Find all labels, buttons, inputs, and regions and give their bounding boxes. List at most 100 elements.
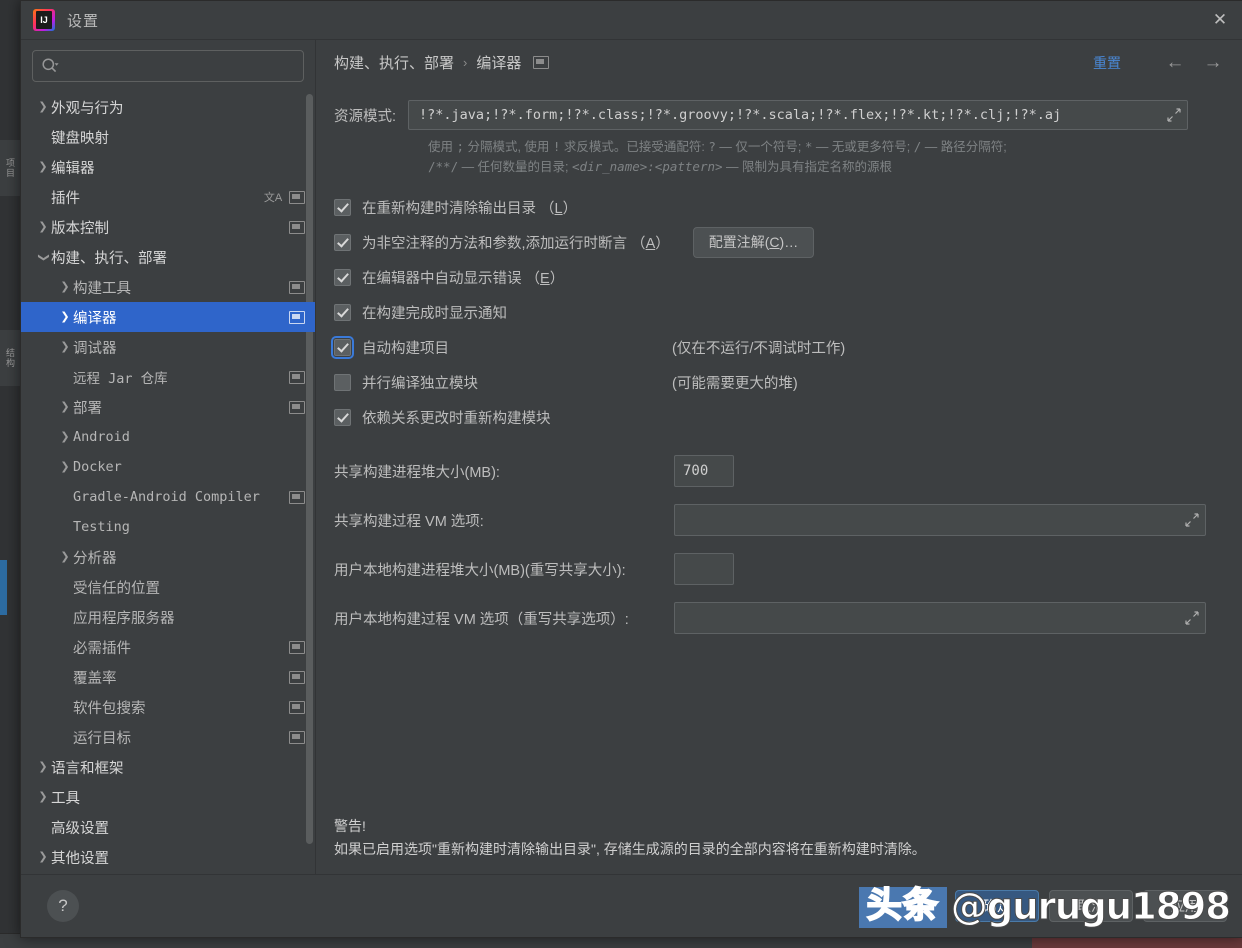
checkbox-3[interactable]	[334, 304, 351, 321]
sidebar-item-9[interactable]: ❯远程 Jar 仓库	[21, 362, 315, 392]
sidebar-item-24[interactable]: ❯高级设置	[21, 812, 315, 842]
sidebar-item-label: 键盘映射	[51, 127, 305, 148]
vm-options-input-3[interactable]	[683, 609, 1185, 627]
chevron-right-icon[interactable]: ❯	[57, 342, 73, 353]
back-arrow-icon[interactable]: ←	[1161, 52, 1189, 74]
sidebar-item-25[interactable]: ❯其他设置	[21, 842, 315, 872]
sidebar-item-17[interactable]: ❯应用程序服务器	[21, 602, 315, 632]
sidebar-item-label: 编辑器	[51, 157, 305, 178]
sidebar-item-19[interactable]: ❯覆盖率	[21, 662, 315, 692]
settings-tree[interactable]: ❯外观与行为❯键盘映射❯编辑器❯插件文A❯版本控制❯构建、执行、部署❯构建工具❯…	[21, 90, 315, 874]
checkbox-note-5: (可能需要更大的堆)	[672, 372, 798, 393]
chevron-right-icon[interactable]: ❯	[57, 312, 73, 323]
resource-patterns-field[interactable]	[408, 100, 1188, 130]
screen: 项目 结构 设置 ✕	[0, 0, 1242, 948]
vm-options-field-1[interactable]	[674, 504, 1206, 536]
expand-icon[interactable]	[1185, 513, 1199, 527]
chevron-right-icon[interactable]: ❯	[57, 402, 73, 413]
sidebar-item-label: 调试器	[73, 337, 305, 358]
sidebar-item-0[interactable]: ❯外观与行为	[21, 92, 315, 122]
sidebar-item-10[interactable]: ❯部署	[21, 392, 315, 422]
expand-icon[interactable]	[1167, 108, 1181, 122]
checkbox-label-4[interactable]: 自动构建项目	[362, 337, 449, 358]
warning-body: 如果已启用选项"重新构建时清除输出目录", 存储生成源的目录的全部内容将在重新构…	[334, 838, 1214, 860]
sidebar-item-14[interactable]: ❯Testing	[21, 512, 315, 542]
chevron-right-icon[interactable]: ❯	[57, 432, 73, 443]
sidebar-item-13[interactable]: ❯Gradle-Android Compiler	[21, 482, 315, 512]
checkbox-label-6[interactable]: 依赖关系更改时重新构建模块	[362, 407, 551, 428]
search-input[interactable]	[59, 58, 295, 75]
field-label-3: 用户本地构建过程 VM 选项（重写共享选项）:	[334, 608, 674, 629]
checkbox-label-3[interactable]: 在构建完成时显示通知	[362, 302, 507, 323]
sidebar-item-6[interactable]: ❯构建工具	[21, 272, 315, 302]
checkbox-0[interactable]	[334, 199, 351, 216]
sidebar-item-12[interactable]: ❯Docker	[21, 452, 315, 482]
chevron-right-icon[interactable]: ❯	[57, 552, 73, 563]
sidebar-item-2[interactable]: ❯编辑器	[21, 152, 315, 182]
checkbox-label-1[interactable]: 为非空注释的方法和参数,添加运行时断言 （A）	[362, 232, 670, 253]
sidebar-item-label: 构建工具	[73, 277, 283, 298]
chevron-right-icon[interactable]: ❯	[35, 792, 51, 803]
sidebar-item-11[interactable]: ❯Android	[21, 422, 315, 452]
heap-size-input-0[interactable]	[674, 455, 734, 487]
sidebar-item-label: 其他设置	[51, 847, 305, 868]
heap-size-input-2[interactable]	[674, 553, 734, 585]
help-icon[interactable]: ?	[47, 890, 79, 922]
checkbox-row-4: 自动构建项目(仅在不运行/不调试时工作)	[334, 330, 1211, 365]
expand-icon[interactable]	[1185, 611, 1199, 625]
checkbox-2[interactable]	[334, 269, 351, 286]
chevron-right-icon[interactable]: ❯	[57, 282, 73, 293]
resource-patterns-input[interactable]	[417, 106, 1167, 124]
chevron-right-icon[interactable]: ❯	[35, 222, 51, 233]
sidebar-item-23[interactable]: ❯工具	[21, 782, 315, 812]
sidebar-item-3[interactable]: ❯插件文A	[21, 182, 315, 212]
sidebar-item-20[interactable]: ❯软件包搜索	[21, 692, 315, 722]
checkbox-row-6: 依赖关系更改时重新构建模块	[334, 400, 1211, 435]
sidebar-item-22[interactable]: ❯语言和框架	[21, 752, 315, 782]
chevron-right-icon[interactable]: ❯	[35, 852, 51, 863]
sidebar-item-1[interactable]: ❯键盘映射	[21, 122, 315, 152]
sidebar-item-21[interactable]: ❯运行目标	[21, 722, 315, 752]
translate-icon: 文A	[263, 189, 283, 205]
vm-options-input-1[interactable]	[683, 511, 1185, 529]
chevron-down-icon[interactable]: ❯	[38, 249, 49, 265]
sidebar-item-7[interactable]: ❯编译器	[21, 302, 315, 332]
checkbox-5[interactable]	[334, 374, 351, 391]
checkbox-label-2[interactable]: 在编辑器中自动显示错误 （E）	[362, 267, 564, 288]
footer-button-2[interactable]: 应用	[1143, 890, 1227, 922]
sidebar-item-15[interactable]: ❯分析器	[21, 542, 315, 572]
vm-options-field-3[interactable]	[674, 602, 1206, 634]
chevron-right-icon[interactable]: ❯	[35, 762, 51, 773]
project-scope-icon	[289, 371, 305, 384]
close-icon[interactable]: ✕	[1197, 1, 1242, 39]
footer-button-0[interactable]: 确定	[955, 890, 1039, 922]
project-scope-icon	[289, 401, 305, 414]
sidebar-item-5[interactable]: ❯构建、执行、部署	[21, 242, 315, 272]
checkbox-6[interactable]	[334, 409, 351, 426]
search-box[interactable]	[32, 50, 304, 82]
checkbox-4[interactable]	[334, 339, 351, 356]
project-scope-icon	[289, 491, 305, 504]
sidebar-item-16[interactable]: ❯受信任的位置	[21, 572, 315, 602]
chevron-right-icon[interactable]: ❯	[35, 162, 51, 173]
sidebar-item-label: 编译器	[73, 307, 283, 328]
configure-annotations-button[interactable]: 配置注解(C)…	[693, 227, 814, 258]
chevron-right-icon[interactable]: ❯	[35, 102, 51, 113]
sidebar-item-18[interactable]: ❯必需插件	[21, 632, 315, 662]
checkbox-1[interactable]	[334, 234, 351, 251]
chevron-right-icon[interactable]: ❯	[57, 462, 73, 473]
forward-arrow-icon[interactable]: →	[1199, 52, 1227, 74]
settings-main-panel: 构建、执行、部署 › 编译器 重置 ← → 资源模式:	[316, 40, 1242, 874]
footer-button-1[interactable]: 取消	[1049, 890, 1133, 922]
reset-button[interactable]: 重置	[1093, 53, 1121, 73]
sidebar-item-label: 外观与行为	[51, 97, 305, 118]
sidebar-item-label: 分析器	[73, 547, 305, 568]
checkbox-label-0[interactable]: 在重新构建时清除输出目录 （L）	[362, 197, 577, 218]
breadcrumb-parent[interactable]: 构建、执行、部署	[334, 52, 454, 73]
checkbox-label-5[interactable]: 并行编译独立模块	[362, 372, 478, 393]
sidebar-item-8[interactable]: ❯调试器	[21, 332, 315, 362]
sidebar-item-4[interactable]: ❯版本控制	[21, 212, 315, 242]
sidebar-item-label: Docker	[73, 459, 305, 475]
hint-text-2: 分隔模式, 使用	[464, 140, 553, 154]
project-scope-icon	[289, 221, 305, 234]
